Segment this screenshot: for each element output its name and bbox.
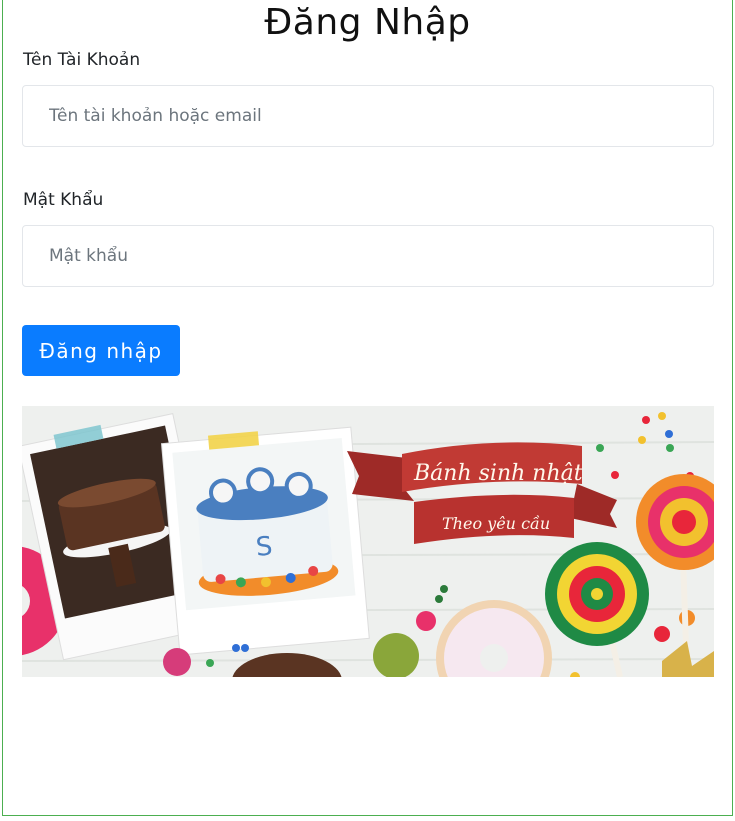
page-title: Đăng Nhập bbox=[264, 2, 471, 43]
login-button[interactable]: Đăng nhập bbox=[22, 325, 180, 376]
username-input[interactable] bbox=[22, 85, 714, 147]
svg-text:S: S bbox=[255, 531, 274, 562]
password-label: Mật Khẩu bbox=[23, 190, 104, 210]
birthday-cake-banner: S Bánh sinh nhật Theo yêu cầu bbox=[22, 406, 714, 677]
polaroid-blue-cake: S bbox=[160, 426, 370, 656]
ribbon-title: Bánh sinh nhật bbox=[413, 461, 583, 486]
password-input[interactable] bbox=[22, 225, 714, 287]
ribbon-subtitle: Theo yêu cầu bbox=[442, 514, 550, 533]
username-label: Tên Tài Khoản bbox=[23, 50, 141, 70]
